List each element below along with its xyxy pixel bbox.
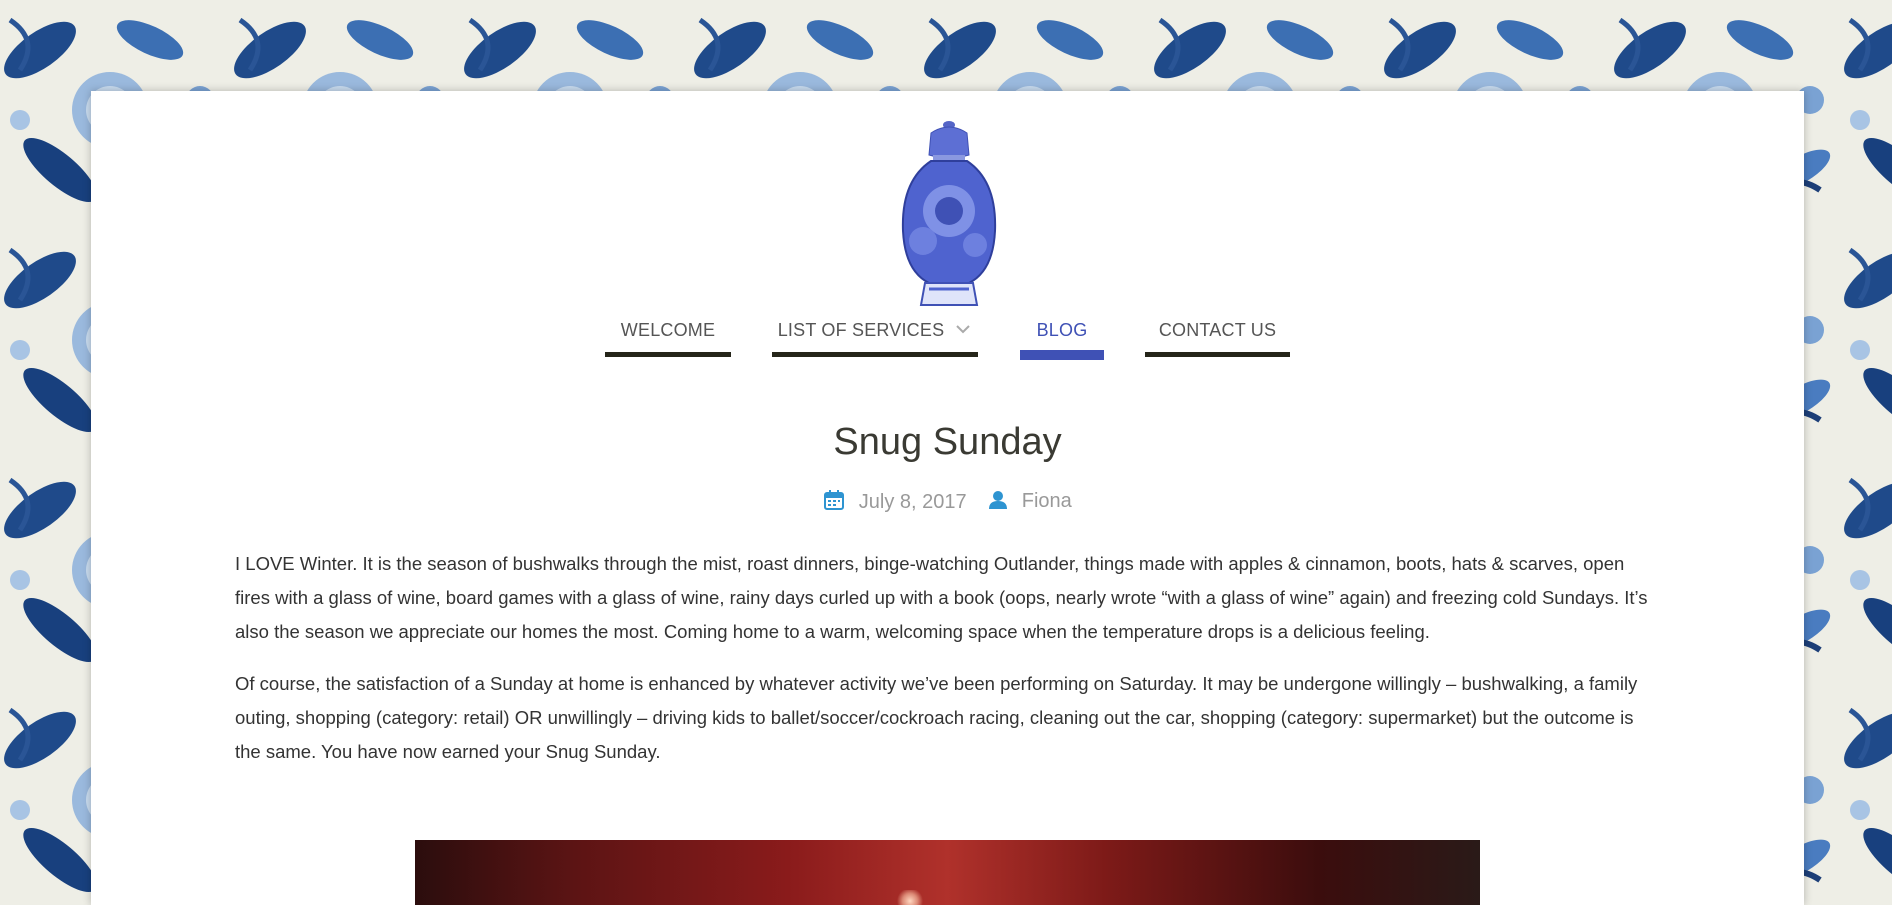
nav-item-list-of-services-underline: [772, 352, 978, 357]
user-icon: [989, 491, 1008, 509]
nav-item-blog[interactable]: BLOG: [1020, 317, 1104, 360]
post-paragraph-2: Of course, the satisfaction of a Sunday …: [235, 673, 1638, 762]
nav-item-blog-underline: [1020, 350, 1104, 360]
nav-item-blog-label: BLOG: [1036, 320, 1088, 340]
post-author-name: Fiona: [1021, 490, 1072, 512]
nav-item-welcome-label: WELCOME: [620, 320, 716, 340]
post-meta: July 8, 2017 Fiona: [91, 489, 1804, 514]
nav-item-list-of-services[interactable]: LIST OF SERVICES: [772, 317, 978, 357]
nav-item-contact-us-underline: [1145, 352, 1290, 357]
main-navigation: WELCOME LIST OF SERVICES BLOG CONTACT US: [91, 317, 1804, 360]
calendar-icon: [824, 490, 845, 510]
post-date[interactable]: July 8, 2017: [823, 489, 967, 514]
post-paragraph-1: I LOVE Winter. It is the season of bushw…: [235, 553, 1648, 642]
chevron-down-icon[interactable]: [954, 319, 972, 345]
nav-item-contact-us-label: CONTACT US: [1158, 320, 1277, 340]
nav-item-contact-us[interactable]: CONTACT US: [1145, 317, 1290, 357]
nav-item-welcome[interactable]: WELCOME: [605, 317, 731, 357]
post-body: I LOVE Winter. It is the season of bushw…: [235, 547, 1660, 787]
content-card: WELCOME LIST OF SERVICES BLOG CONTACT US…: [91, 91, 1804, 905]
nav-item-list-of-services-label: LIST OF SERVICES: [777, 320, 945, 340]
post-title: Snug Sunday: [833, 421, 1062, 463]
post-date-text: July 8, 2017: [858, 491, 967, 513]
post-featured-image: [415, 840, 1480, 905]
ginger-jar-logo[interactable]: [891, 121, 1007, 311]
nav-item-welcome-underline: [605, 352, 731, 357]
post-author[interactable]: Fiona: [988, 490, 1072, 513]
